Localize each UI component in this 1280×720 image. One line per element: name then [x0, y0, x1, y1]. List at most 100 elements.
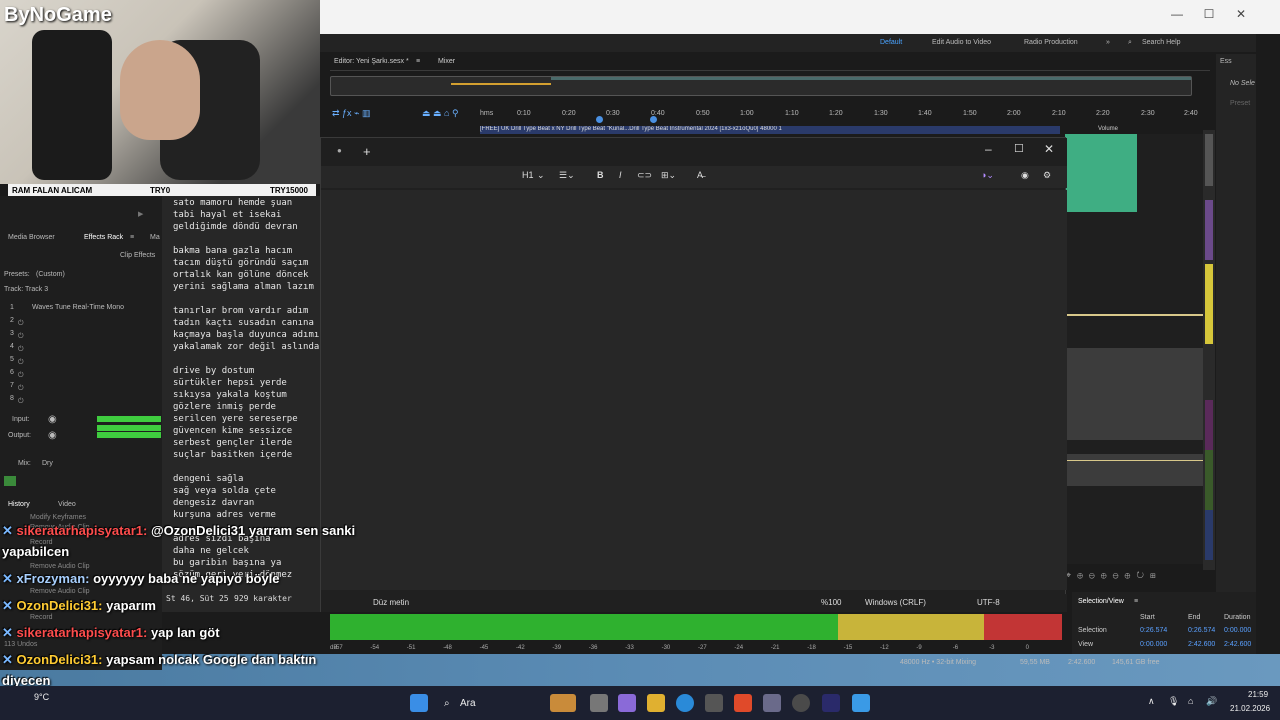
- lyric-line[interactable]: tadın kaçtı susadın canına: [173, 318, 314, 328]
- tab-effects-rack[interactable]: Effects Rack: [84, 234, 123, 241]
- lyric-line[interactable]: bu garibin başına ya: [173, 558, 281, 568]
- input-knob-icon[interactable]: ◉: [48, 414, 57, 425]
- tool-icons[interactable]: ⇄ ƒx ⌁ ▥: [332, 108, 370, 119]
- view-start[interactable]: 0:00.000: [1140, 641, 1167, 648]
- tab-dot-icon[interactable]: ●: [337, 146, 342, 155]
- settings-app-icon[interactable]: [763, 694, 781, 712]
- lyric-line[interactable]: yakalamak zor değil aslında: [173, 342, 319, 352]
- snap-icons[interactable]: ⏏ ⏏ ⌂ ⚲: [422, 108, 459, 119]
- lyric-line[interactable]: dengesiz davran: [173, 498, 254, 508]
- tab-menu-icon[interactable]: ≡: [130, 234, 134, 241]
- weather-temp[interactable]: 9°C: [34, 692, 49, 702]
- tab-clip-effects[interactable]: Clip Effects: [120, 252, 155, 259]
- workspace-radio[interactable]: Radio Production: [1024, 39, 1078, 46]
- lyric-line[interactable]: daha ne gelcek: [173, 546, 249, 556]
- more-workspaces-icon[interactable]: »: [1106, 39, 1110, 46]
- lyric-line[interactable]: dengeni sağla: [173, 474, 243, 484]
- table-icon[interactable]: ⊞⌄: [661, 170, 676, 181]
- effect-slot-1[interactable]: Waves Tune Real-Time Mono: [32, 304, 124, 311]
- widget-icon[interactable]: [550, 694, 576, 712]
- selection-duration[interactable]: 0:00.000: [1224, 627, 1251, 634]
- task-view-icon[interactable]: [590, 694, 608, 712]
- store-icon[interactable]: [705, 694, 723, 712]
- notepad-icon[interactable]: [852, 694, 870, 712]
- scrollbar[interactable]: [1205, 134, 1213, 186]
- lyric-line[interactable]: tacım düştü göründü saçım: [173, 258, 308, 268]
- lyric-line[interactable]: bakma bana gazla hacım: [173, 246, 292, 256]
- status-zoom[interactable]: %100: [821, 598, 841, 607]
- lyric-line[interactable]: sıkıysa yakala koştum: [173, 390, 287, 400]
- view-end[interactable]: 2:42.600: [1188, 641, 1215, 648]
- history-item[interactable]: Remove Audio Clip: [30, 588, 90, 595]
- workspace-default[interactable]: Default: [880, 39, 902, 46]
- lyric-line[interactable]: ortalık kan gölüne döncek: [173, 270, 308, 280]
- maximize-icon[interactable]: ☐: [1014, 142, 1024, 155]
- tab-video[interactable]: Video: [58, 501, 76, 508]
- lyric-line[interactable]: geldiğimde döndü devran: [173, 222, 298, 232]
- status-line-ending[interactable]: Windows (CRLF): [865, 598, 926, 607]
- copilot-icon[interactable]: ◑⌄: [981, 170, 994, 181]
- lyric-line[interactable]: yerini sağlama alman lazım: [173, 282, 314, 292]
- lyric-line[interactable]: kaçmaya başla duyunca adımı: [173, 330, 319, 340]
- lyric-line[interactable]: suçlar basitken içerde: [173, 450, 292, 460]
- selection-start[interactable]: 0:26.574: [1140, 627, 1167, 634]
- lyric-line[interactable]: serilcen yere sereserpe: [173, 414, 298, 424]
- lyrics-text[interactable]: sato mamoru hemde şuan tabi hayal et isek…: [162, 196, 320, 612]
- history-item[interactable]: Modify Keyframes: [30, 514, 86, 521]
- lyric-line[interactable]: sato mamoru hemde şuan: [173, 198, 292, 208]
- italic-icon[interactable]: I: [619, 170, 622, 180]
- search-help-input[interactable]: Search Help: [1142, 39, 1181, 46]
- clear-format-icon[interactable]: A̶: [697, 170, 703, 180]
- marker-icon[interactable]: [650, 116, 657, 123]
- lyric-line[interactable]: sürtükler hepsi yerde: [173, 378, 287, 388]
- lyric-line[interactable]: sağ veya solda çete: [173, 486, 276, 496]
- taskbar-search[interactable]: Ara: [460, 698, 476, 709]
- close-icon[interactable]: ✕: [1044, 142, 1054, 156]
- lyric-line[interactable]: tanırlar brom vardır adım: [173, 306, 308, 316]
- bold-icon[interactable]: B: [597, 170, 604, 180]
- volume-icon[interactable]: 🔊: [1206, 696, 1217, 707]
- start-icon[interactable]: [410, 694, 428, 712]
- minimize-icon[interactable]: –: [985, 142, 992, 156]
- selection-end[interactable]: 0:26.574: [1188, 627, 1215, 634]
- tab-mixer[interactable]: Mixer: [438, 58, 455, 65]
- play-icon[interactable]: ▶: [138, 210, 143, 218]
- lyric-line[interactable]: tabi hayal et isekai: [173, 210, 281, 220]
- heading-dropdown[interactable]: H1: [522, 170, 534, 180]
- rack-power-icon[interactable]: [4, 476, 16, 486]
- audio-clip-header[interactable]: [FREE] UK Drill Type Beat x NY Drill Typ…: [480, 126, 1060, 134]
- chevron-down-icon[interactable]: ⌄: [537, 170, 545, 181]
- edge-icon[interactable]: [676, 694, 694, 712]
- notepad-text-area[interactable]: [321, 190, 1067, 590]
- close-button[interactable]: ✕: [1226, 4, 1256, 24]
- ess-tab[interactable]: Ess: [1220, 58, 1232, 65]
- playhead-icon[interactable]: [596, 116, 603, 123]
- minimize-button[interactable]: —: [1162, 4, 1192, 24]
- lyric-line[interactable]: drive by dostum: [173, 366, 254, 376]
- presets-select[interactable]: (Custom): [36, 271, 65, 278]
- lyric-line[interactable]: kurşuna adres verme: [173, 510, 276, 520]
- panel-menu-icon[interactable]: ≡: [1134, 598, 1138, 605]
- mic-icon[interactable]: 🎙: [1168, 696, 1179, 707]
- workspace-edit-audio[interactable]: Edit Audio to Video: [932, 39, 991, 46]
- brave-icon[interactable]: [734, 694, 752, 712]
- history-item[interactable]: Remove Audio Clip: [30, 563, 90, 570]
- audio-waveform[interactable]: [1065, 134, 1137, 212]
- new-tab-icon[interactable]: +: [363, 144, 371, 159]
- tab-media-browser[interactable]: Media Browser: [8, 234, 55, 241]
- clock-time[interactable]: 21:59: [1248, 690, 1268, 699]
- lyric-line[interactable]: serbest gençler ilerde: [173, 438, 292, 448]
- clock-date[interactable]: 21.02.2026: [1230, 704, 1270, 713]
- file-explorer-icon[interactable]: [647, 694, 665, 712]
- tab-markers[interactable]: Ma: [150, 234, 160, 241]
- network-icon[interactable]: ⌂: [1188, 696, 1193, 706]
- tray-chevron-icon[interactable]: ∧: [1148, 696, 1155, 707]
- output-knob-icon[interactable]: ◉: [48, 430, 57, 441]
- view-duration[interactable]: 2:42.600: [1224, 641, 1251, 648]
- settings-gear-icon[interactable]: ⚙: [1043, 170, 1051, 181]
- app-icon[interactable]: [792, 694, 810, 712]
- lyric-line[interactable]: gözlere inmiş perde: [173, 402, 276, 412]
- maximize-button[interactable]: ☐: [1194, 4, 1224, 24]
- list-icon[interactable]: ☰⌄: [559, 170, 575, 181]
- timeline-ruler[interactable]: hms 0:10 0:20 0:30 0:40 0:50 1:00 1:10 1…: [480, 108, 1200, 122]
